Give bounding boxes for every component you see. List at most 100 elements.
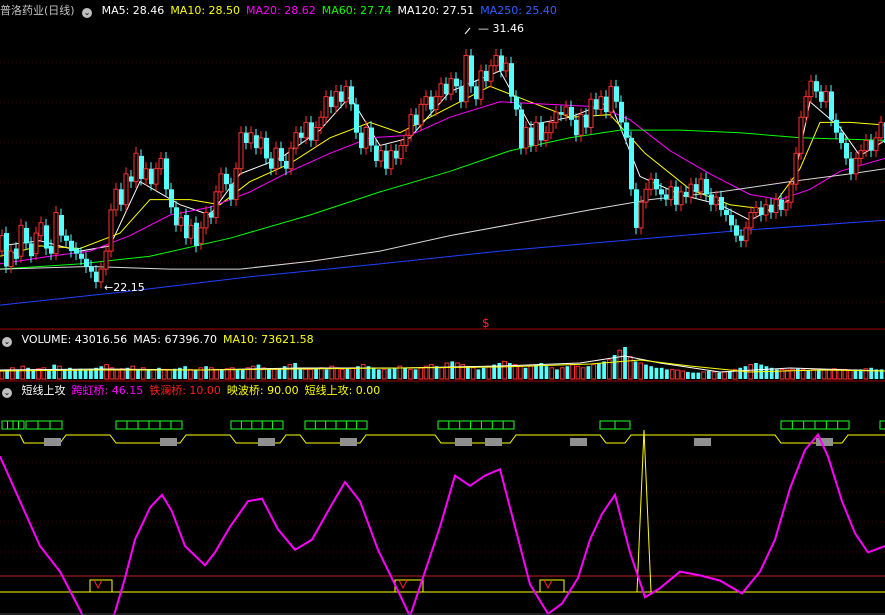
candle-body-28 [139, 155, 144, 180]
candle-body-161 [803, 96, 809, 118]
candle-body-59 [293, 132, 299, 149]
candle-body-137 [684, 191, 689, 198]
indicator-legend-item-1: 跨虹桥: 46.15 [71, 384, 144, 397]
candle-body-111 [553, 111, 559, 123]
candle-body-152 [759, 207, 764, 216]
candle-body-38 [188, 224, 194, 239]
candle-body-128 [638, 201, 644, 229]
candle-body-49 [244, 132, 249, 143]
candle-body-130 [648, 178, 654, 190]
green-box-group-0 [1, 420, 25, 430]
candle-body-107 [533, 121, 539, 147]
candle-body-66 [329, 96, 334, 107]
volume-bar-77 [403, 367, 407, 379]
volume-bar-100 [523, 367, 528, 379]
candle-body-164 [819, 91, 824, 102]
volume-bar-132 [691, 372, 695, 379]
candle-body-14 [69, 240, 74, 252]
candle-body-97 [484, 70, 489, 82]
candle-body-77 [384, 150, 389, 169]
candle-body-32 [158, 157, 164, 170]
volume-chart[interactable] [0, 330, 885, 382]
volume-bar-96 [502, 360, 507, 380]
candle-body-168 [839, 132, 844, 143]
volume-bar-26 [136, 369, 140, 379]
volume-bar-20 [104, 364, 109, 380]
candle-body-31 [153, 168, 159, 185]
candle-body-55 [273, 147, 279, 170]
gray-block-2 [258, 438, 275, 446]
candle-body-99 [493, 54, 499, 67]
volume-bar-133 [696, 372, 701, 379]
candle-body-0 [0, 235, 5, 252]
candle-body-52 [258, 137, 264, 149]
candle-body-48 [238, 132, 244, 170]
candle-body-29 [143, 168, 149, 180]
gray-block-7 [694, 438, 711, 446]
candle-body-8 [38, 222, 44, 237]
candle-body-136 [678, 191, 684, 206]
volume-bar-166 [869, 367, 874, 379]
green-box-group-3 [230, 420, 284, 430]
volume-bar-58 [303, 368, 308, 380]
volume-bar-90 [470, 367, 476, 380]
candle-body-44 [218, 173, 224, 193]
candle-body-123 [614, 86, 619, 102]
candle-body-58 [288, 147, 294, 170]
indicator-legend-item-2: 铁澜桥: 10.00 [149, 384, 221, 397]
gray-block-4 [455, 438, 472, 446]
candle-body-25 [123, 173, 129, 206]
volume-bar-106 [555, 369, 559, 379]
candle-body-165 [823, 90, 829, 103]
candle-body-102 [509, 63, 514, 97]
gray-block-8 [816, 438, 833, 446]
candle-body-36 [178, 217, 184, 226]
volume-bar-67 [350, 367, 356, 380]
volume-bar-49 [256, 364, 261, 379]
candle-body-87 [433, 96, 439, 111]
candle-body-86 [429, 96, 434, 110]
candle-body-39 [194, 222, 199, 246]
indicator-chart[interactable] [0, 400, 885, 615]
volume-bar-134 [701, 371, 706, 380]
volume-bar-146 [764, 366, 769, 379]
candle-body-104 [519, 109, 524, 149]
candle-body-147 [734, 225, 739, 236]
candle-body-124 [619, 101, 624, 123]
volume-bar-39 [204, 366, 208, 379]
candle-body-19 [94, 271, 99, 282]
volume-bar-157 [821, 369, 827, 380]
volume-bar-104 [544, 366, 549, 379]
volume-bar-16 [83, 370, 88, 379]
candle-body-171 [853, 157, 859, 175]
volume-bar-127 [665, 369, 669, 379]
candle-body-122 [608, 85, 614, 113]
volume-bar-87 [455, 362, 460, 380]
gray-block-3 [340, 438, 357, 446]
volume-bar-111 [580, 367, 586, 380]
volume-bar-154 [806, 370, 811, 379]
volume-bar-17 [89, 369, 93, 379]
indicator-legend-item-0: 短线上攻 [21, 384, 66, 397]
volume-bar-126 [659, 367, 664, 379]
candle-body-106 [529, 127, 534, 146]
candle-body-172 [858, 150, 864, 159]
candle-body-34 [169, 189, 174, 208]
volume-bar-42 [219, 369, 224, 379]
chevron-down-icon[interactable]: ⌄ [2, 388, 12, 398]
price-chart[interactable]: — 31.46 ←22.15 $ [0, 0, 885, 330]
candle-body-23 [113, 188, 119, 211]
candle-body-21 [103, 250, 109, 270]
volume-bar-43 [224, 368, 230, 380]
candle-body-105 [523, 127, 529, 149]
volume-bar-32 [167, 368, 172, 380]
candle-body-156 [779, 199, 784, 210]
candle-body-166 [829, 91, 834, 120]
candle-body-45 [224, 173, 229, 185]
green-box-group-4 [304, 420, 368, 430]
candle-body-4 [18, 224, 24, 257]
green-box-group-1 [25, 420, 63, 430]
volume-bar-86 [450, 361, 455, 379]
volume-bar-41 [214, 368, 219, 380]
candle-body-139 [694, 184, 699, 192]
